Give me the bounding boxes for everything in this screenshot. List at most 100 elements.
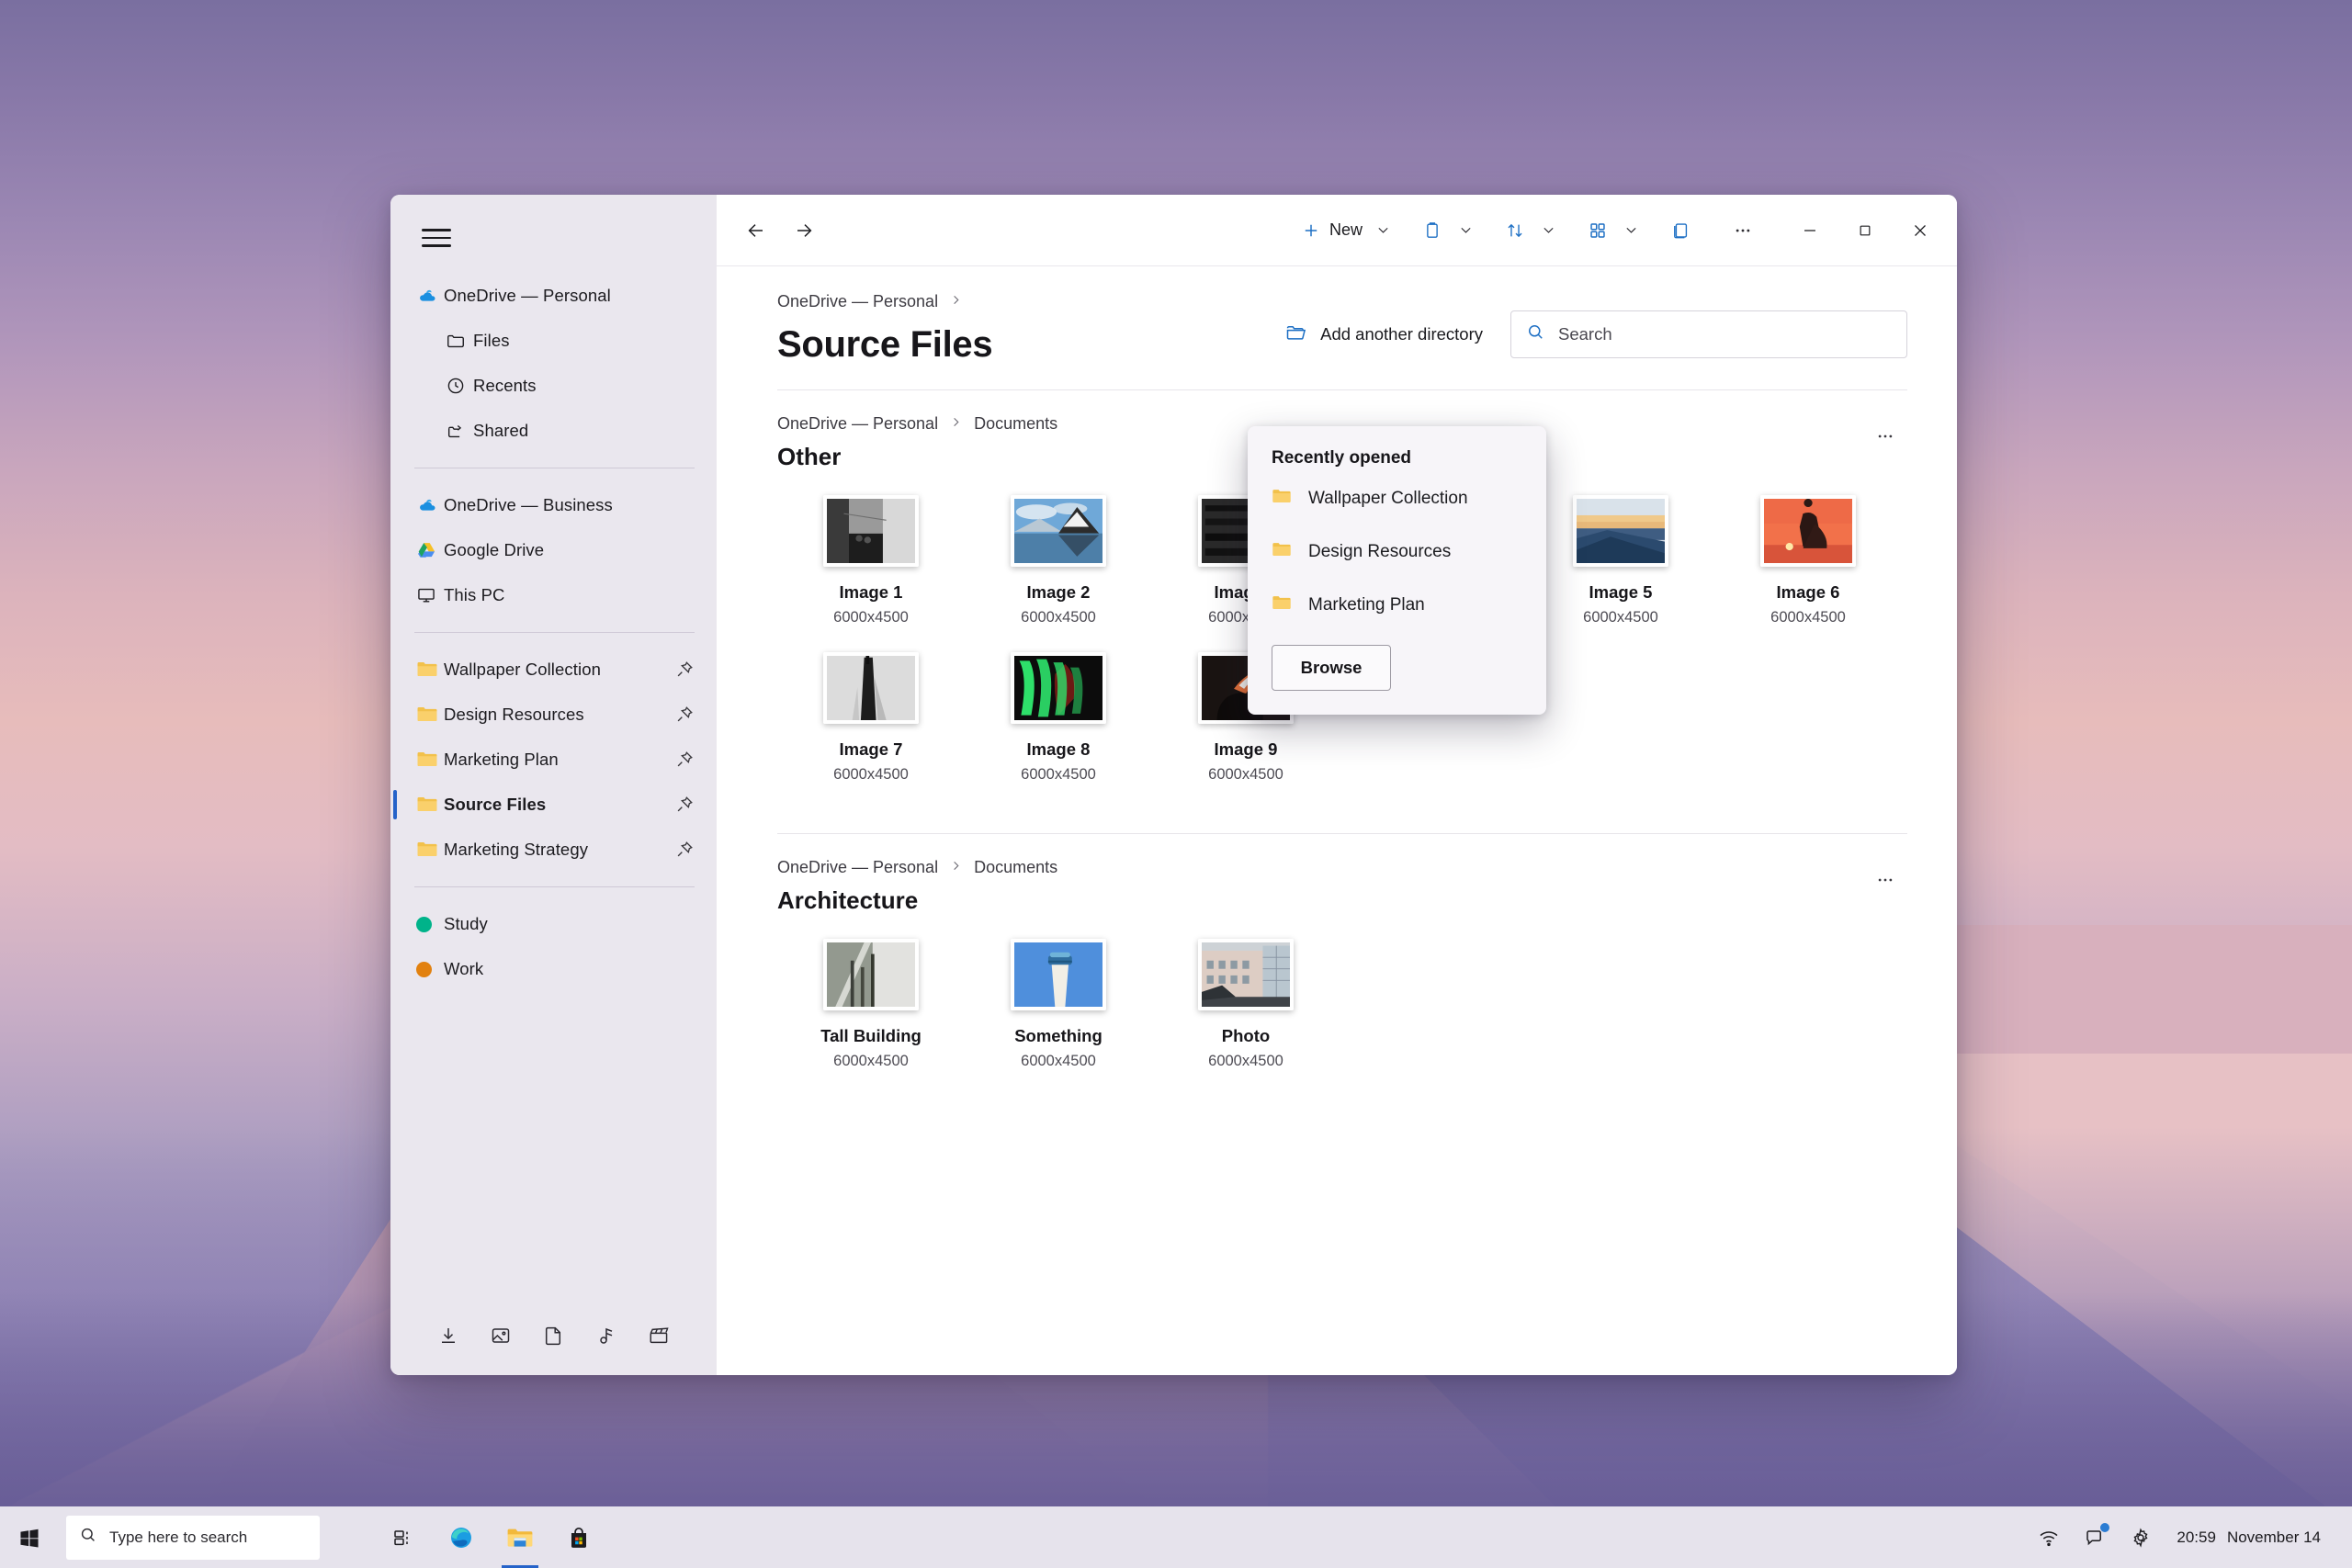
- sidebar-item-source-files[interactable]: Source Files: [403, 783, 704, 827]
- sidebar-item-marketing-strategy[interactable]: Marketing Strategy: [403, 828, 704, 872]
- folder-icon: [1272, 594, 1292, 617]
- breadcrumb-item[interactable]: OneDrive — Personal: [777, 414, 938, 434]
- sidebar-item-files[interactable]: Files: [403, 319, 704, 363]
- image-icon[interactable]: [482, 1317, 519, 1354]
- browse-button[interactable]: Browse: [1272, 645, 1391, 691]
- pin-icon[interactable]: [674, 750, 695, 770]
- recent-item-wallpaper-collection[interactable]: Wallpaper Collection: [1248, 472, 1546, 525]
- chat-badge: [2100, 1523, 2109, 1532]
- file-name: Image 1: [840, 582, 903, 603]
- sidebar-item-google-drive[interactable]: Google Drive: [403, 528, 704, 572]
- store-icon[interactable]: [553, 1506, 605, 1568]
- file-tile[interactable]: Image 2 6000x4500: [965, 495, 1152, 626]
- video-icon[interactable]: [640, 1317, 677, 1354]
- sidebar-item-label: Work: [444, 959, 483, 979]
- sidebar-item-study[interactable]: Study: [403, 902, 704, 946]
- new-button[interactable]: New: [1291, 208, 1373, 254]
- file-tile[interactable]: Image 6 6000x4500: [1714, 495, 1902, 626]
- thumbnail: [823, 495, 919, 567]
- sidebar-item-label: This PC: [444, 585, 505, 605]
- music-icon[interactable]: [588, 1317, 625, 1354]
- taskbar-clock[interactable]: 20:59 November 14: [2165, 1529, 2332, 1547]
- sidebar-item-work[interactable]: Work: [403, 947, 704, 991]
- taskbar-search-input[interactable]: Type here to search: [66, 1516, 320, 1560]
- sidebar-item-recents[interactable]: Recents: [403, 364, 704, 408]
- file-tile[interactable]: Image 5 6000x4500: [1527, 495, 1714, 626]
- file-tile[interactable]: Photo 6000x4500: [1152, 939, 1340, 1070]
- hamburger-icon[interactable]: [416, 220, 457, 256]
- more-horizontal-icon[interactable]: [1865, 420, 1905, 453]
- folder-open-icon: [1284, 322, 1307, 347]
- breadcrumb-item[interactable]: OneDrive — Personal: [777, 858, 938, 877]
- file-name: Image 7: [840, 739, 903, 760]
- view-button[interactable]: [1575, 208, 1621, 254]
- task-view-icon[interactable]: [377, 1506, 428, 1568]
- file-manager-window: OneDrive — Personal Files Recents Shared: [390, 195, 1957, 1375]
- breadcrumb: OneDrive — Personal: [777, 292, 1917, 311]
- windows-start-icon[interactable]: [0, 1506, 59, 1568]
- breadcrumb-item[interactable]: Documents: [974, 414, 1057, 434]
- back-button[interactable]: [733, 208, 779, 254]
- file-explorer-icon[interactable]: [494, 1506, 546, 1568]
- minimize-button[interactable]: [1782, 204, 1838, 257]
- file-name: Tall Building: [820, 1026, 922, 1046]
- add-another-directory-button[interactable]: Add another directory: [1270, 311, 1498, 358]
- folder-icon: [1272, 541, 1292, 564]
- search-input[interactable]: Search: [1510, 310, 1907, 358]
- edge-icon[interactable]: [435, 1506, 487, 1568]
- new-menu-group: New: [1291, 208, 1393, 254]
- file-dimensions: 6000x4500: [833, 609, 909, 626]
- file-grid-architecture: Tall Building 6000x4500: [777, 939, 1917, 1096]
- file-dimensions: 6000x4500: [1583, 609, 1658, 626]
- sidebar-item-wallpaper-collection[interactable]: Wallpaper Collection: [403, 648, 704, 692]
- file-tile[interactable]: Something 6000x4500: [965, 939, 1152, 1070]
- clock-date: November 14: [2227, 1529, 2321, 1547]
- document-icon[interactable]: [535, 1317, 571, 1354]
- breadcrumb-item[interactable]: OneDrive — Personal: [777, 292, 938, 311]
- more-horizontal-icon[interactable]: [1720, 208, 1766, 254]
- recent-item-marketing-plan[interactable]: Marketing Plan: [1248, 579, 1546, 632]
- pin-icon[interactable]: [674, 705, 695, 725]
- chevron-down-icon[interactable]: [1621, 222, 1641, 238]
- pin-icon[interactable]: [674, 795, 695, 815]
- sidebar-item-design-resources[interactable]: Design Resources: [403, 693, 704, 737]
- settings-gear-icon[interactable]: [2120, 1516, 2162, 1560]
- file-dimensions: 6000x4500: [1021, 1053, 1096, 1070]
- file-tile[interactable]: Tall Building 6000x4500: [777, 939, 965, 1070]
- view-menu-group: [1575, 208, 1641, 254]
- sort-button[interactable]: [1492, 208, 1538, 254]
- close-button[interactable]: [1893, 204, 1948, 257]
- recent-item-design-resources[interactable]: Design Resources: [1248, 525, 1546, 579]
- download-icon[interactable]: [430, 1317, 467, 1354]
- sort-menu-group: [1492, 208, 1558, 254]
- pin-icon[interactable]: [674, 660, 695, 680]
- details-pane-button[interactable]: [1657, 208, 1703, 254]
- more-horizontal-icon[interactable]: [1865, 863, 1905, 897]
- file-tile[interactable]: Image 7 6000x4500: [777, 652, 965, 784]
- chevron-down-icon[interactable]: [1455, 222, 1476, 238]
- wifi-icon[interactable]: [2028, 1516, 2070, 1560]
- file-tile[interactable]: Image 1 6000x4500: [777, 495, 965, 626]
- recent-item-label: Wallpaper Collection: [1308, 489, 1468, 509]
- search-icon: [79, 1526, 97, 1549]
- sidebar-item-onedrive-business[interactable]: OneDrive — Business: [403, 483, 704, 527]
- forward-button[interactable]: [781, 208, 827, 254]
- sidebar-item-marketing-plan[interactable]: Marketing Plan: [403, 738, 704, 782]
- file-dimensions: 6000x4500: [1208, 766, 1283, 784]
- chevron-down-icon[interactable]: [1538, 222, 1558, 238]
- sidebar-item-onedrive-personal[interactable]: OneDrive — Personal: [403, 274, 704, 318]
- chevron-down-icon[interactable]: [1373, 222, 1393, 238]
- taskbar-apps: [377, 1506, 605, 1568]
- folder-icon: [416, 795, 444, 814]
- pin-icon[interactable]: [674, 840, 695, 860]
- maximize-button[interactable]: [1838, 204, 1893, 257]
- taskbar-search-placeholder: Type here to search: [109, 1529, 247, 1547]
- paste-button[interactable]: [1409, 208, 1455, 254]
- sidebar-item-label: Google Drive: [444, 540, 544, 560]
- breadcrumb-item[interactable]: Documents: [974, 858, 1057, 877]
- file-tile[interactable]: Image 8 6000x4500: [965, 652, 1152, 784]
- sidebar-item-this-pc[interactable]: This PC: [403, 573, 704, 617]
- chat-icon[interactable]: [2074, 1516, 2116, 1560]
- sidebar-item-shared[interactable]: Shared: [403, 409, 704, 453]
- file-name: Image 8: [1027, 739, 1091, 760]
